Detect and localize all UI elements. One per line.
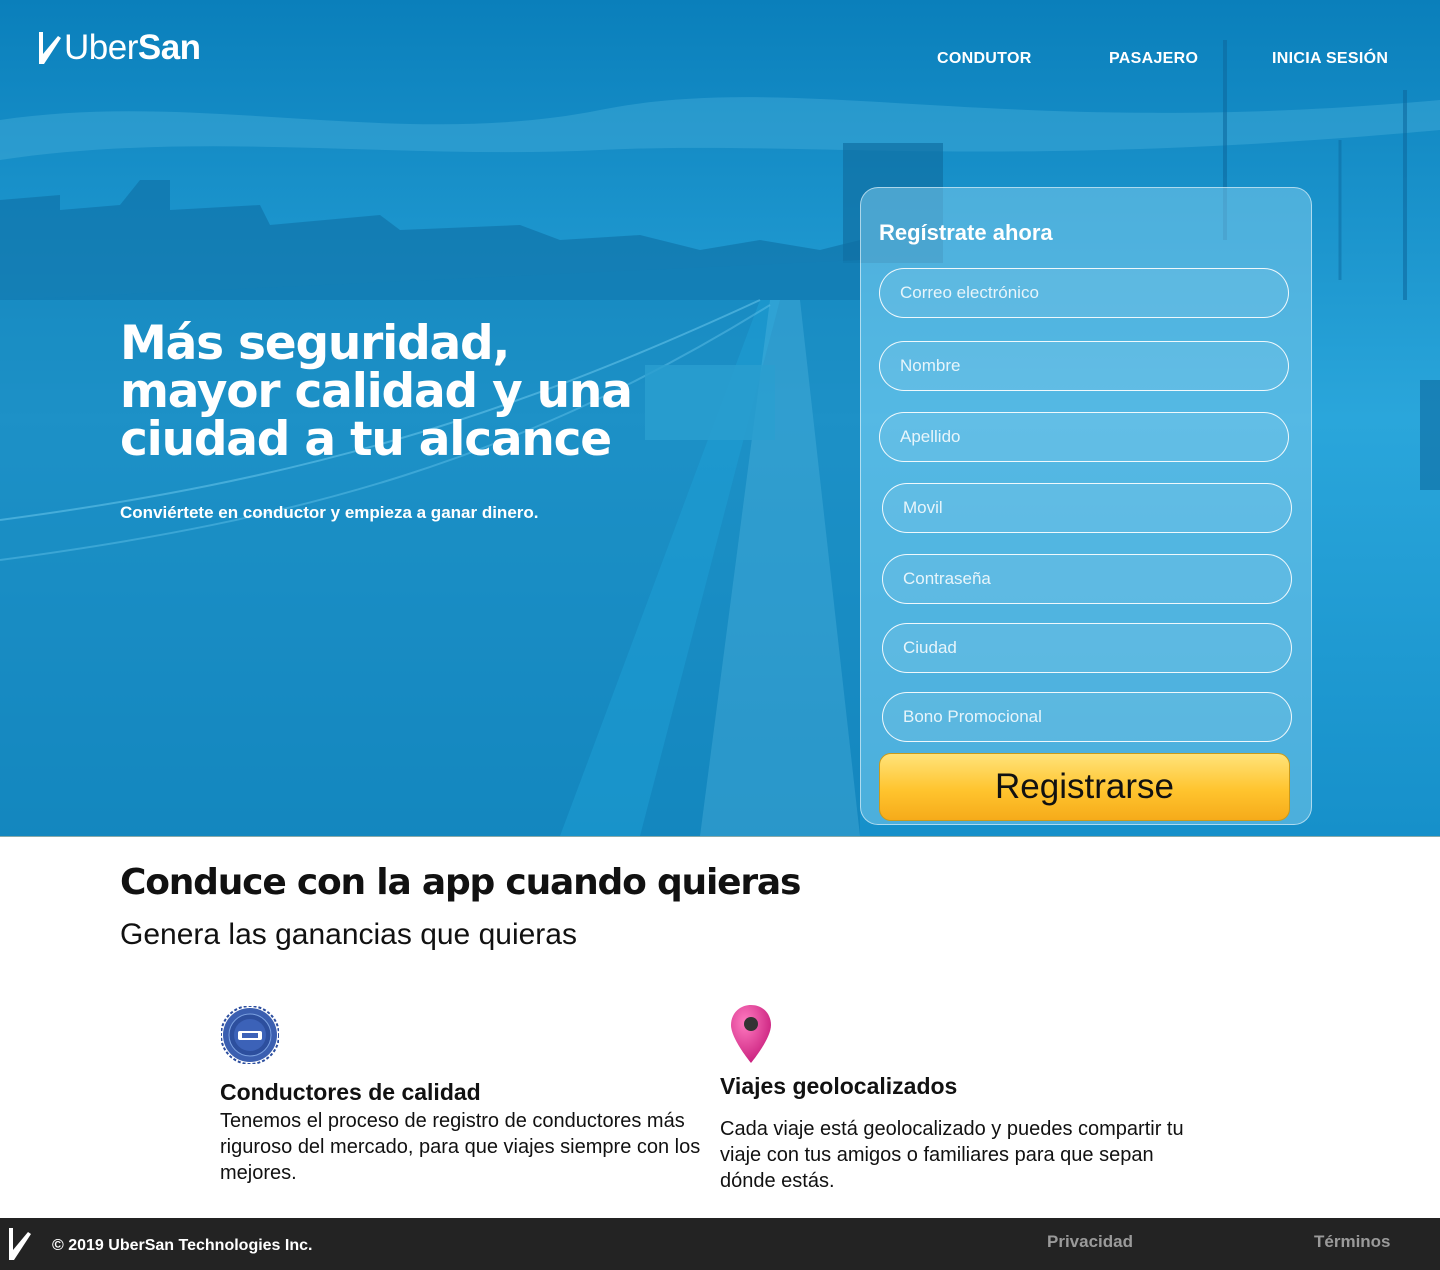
feature-geo-text: Cada viaje está geolocalizado y puedes c… <box>720 1118 1184 1192</box>
hero-section: Uber San CONDUTOR PASAJERO INICIA SESIÓN … <box>0 0 1440 837</box>
section-title: Conduce con la app cuando quieras <box>120 862 801 903</box>
logo-text-light: Uber <box>64 28 138 67</box>
nav-login-link[interactable]: INICIA SESIÓN <box>1272 50 1388 68</box>
nav-pasajero-link[interactable]: PASAJERO <box>1109 50 1198 68</box>
mobile-field[interactable] <box>882 483 1292 533</box>
section-subtitle: Genera las ganancias que quieras <box>120 918 577 951</box>
registration-form: Regístrate ahora Registrarse <box>860 187 1312 825</box>
feature-quality-title: Conductores de calidad <box>220 1079 481 1105</box>
copyright-text: © 2019 UberSan Technologies Inc. <box>52 1237 313 1254</box>
nav-conductor-link[interactable]: CONDUTOR <box>937 50 1032 68</box>
ubersan-logo-icon <box>39 32 61 64</box>
hero-subline: Conviértete en conductor y empieza a gan… <box>120 503 539 522</box>
ubersan-logo[interactable]: Uber San <box>36 28 201 68</box>
footer: © 2019 UberSan Technologies Inc. Privaci… <box>0 1218 1440 1270</box>
footer-logo-icon <box>9 1228 31 1260</box>
hero-headline: Más seguridad, mayor calidad y una ciuda… <box>120 316 633 467</box>
password-field[interactable] <box>882 554 1292 604</box>
lastname-field[interactable] <box>879 412 1289 462</box>
register-button[interactable]: Registrarse <box>879 753 1290 821</box>
logo-text-bold: San <box>137 28 201 67</box>
feature-quality-text: Tenemos el proceso de registro de conduc… <box>220 1110 701 1184</box>
feature-geo-title: Viajes geolocalizados <box>720 1073 958 1099</box>
name-field[interactable] <box>879 341 1289 391</box>
privacy-link[interactable]: Privacidad <box>1047 1232 1133 1252</box>
email-field[interactable] <box>879 268 1289 318</box>
form-title: Regístrate ahora <box>879 220 1053 245</box>
map-pin-icon <box>731 1005 771 1063</box>
promo-code-field[interactable] <box>882 692 1292 742</box>
quality-badge-icon <box>221 1006 279 1064</box>
terms-link[interactable]: Términos <box>1314 1232 1391 1252</box>
city-field[interactable] <box>882 623 1292 673</box>
